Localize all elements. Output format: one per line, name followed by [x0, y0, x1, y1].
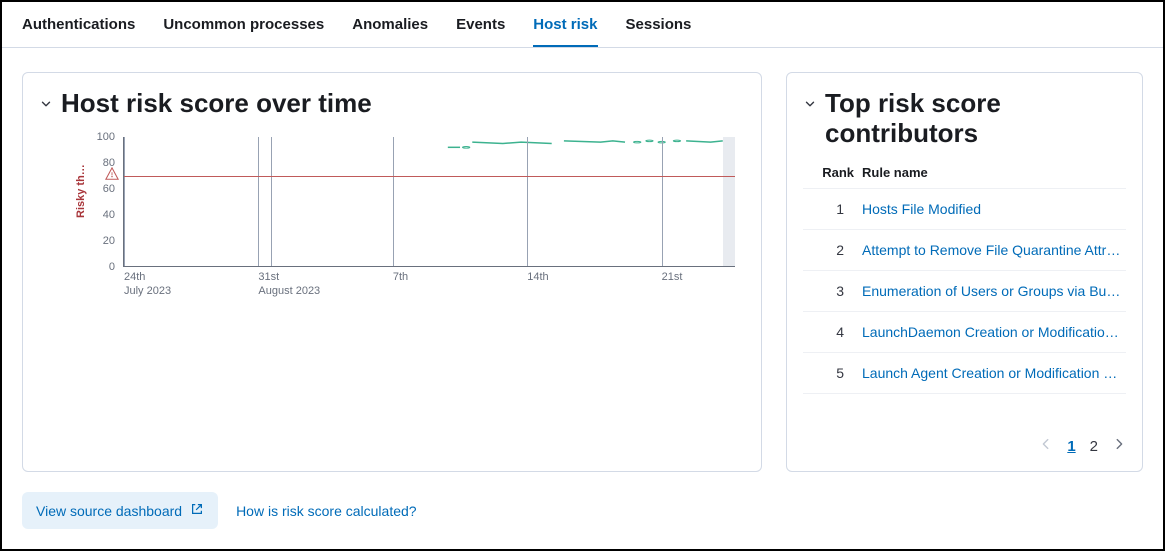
chart-vline — [393, 137, 394, 266]
chart-vline — [271, 137, 272, 266]
pager-next[interactable] — [1112, 437, 1126, 455]
panel-header-right: Top risk score contributors — [803, 89, 1126, 149]
risk-score-chart[interactable]: Risky th… 020406080100 24thJuly 202331st… — [69, 137, 735, 297]
chart-vline — [124, 137, 125, 266]
rule-link[interactable]: Attempt to Remove File Quarantine Attri… — [862, 242, 1122, 258]
table-row: 1Hosts File Modified — [803, 188, 1126, 229]
rule-cell: Hosts File Modified — [858, 188, 1126, 229]
page-1[interactable]: 1 — [1067, 438, 1075, 455]
tab-authentications[interactable]: Authentications — [22, 16, 135, 47]
x-tick-label-sub: August 2023 — [258, 285, 320, 297]
tab-uncommon-processes[interactable]: Uncommon processes — [163, 16, 324, 47]
tab-anomalies[interactable]: Anomalies — [352, 16, 428, 47]
page-2[interactable]: 2 — [1090, 438, 1098, 455]
chart-vline — [662, 137, 663, 266]
table-row: 3Enumeration of Users or Groups via Buil… — [803, 270, 1126, 311]
table-row: 4LaunchDaemon Creation or Modificatio… — [803, 311, 1126, 352]
rank-cell: 1 — [803, 188, 858, 229]
x-tick-label: 31st — [258, 271, 279, 283]
x-tick-label: 24th — [124, 271, 145, 283]
y-tick: 60 — [75, 183, 115, 195]
rank-cell: 3 — [803, 270, 858, 311]
popout-icon — [190, 502, 204, 519]
panel-header-left: Host risk score over time — [39, 89, 745, 119]
content-row: Host risk score over time Risky th… 0204… — [2, 48, 1163, 484]
rule-cell: Launch Agent Creation or Modification … — [858, 352, 1126, 393]
chevron-down-icon[interactable] — [39, 97, 53, 116]
button-label: View source dashboard — [36, 503, 182, 519]
col-rank[interactable]: Rank — [803, 159, 858, 189]
y-axis: 020406080100 — [75, 137, 115, 267]
rule-link[interactable]: LaunchDaemon Creation or Modificatio… — [862, 324, 1122, 340]
y-tick: 80 — [75, 157, 115, 169]
pagination: 1 2 — [803, 427, 1126, 455]
tab-events[interactable]: Events — [456, 16, 505, 47]
rule-link[interactable]: Hosts File Modified — [862, 201, 1122, 217]
y-tick: 40 — [75, 209, 115, 221]
threshold-line — [124, 176, 735, 177]
chart-vline — [258, 137, 259, 266]
tabs-nav: Authentications Uncommon processes Anoma… — [2, 2, 1163, 48]
rule-link[interactable]: Launch Agent Creation or Modification … — [862, 365, 1122, 381]
y-tick: 100 — [75, 131, 115, 143]
host-risk-chart-panel: Host risk score over time Risky th… 0204… — [22, 72, 762, 472]
col-rule[interactable]: Rule name — [858, 159, 1126, 189]
tab-host-risk[interactable]: Host risk — [533, 16, 597, 47]
rank-cell: 2 — [803, 229, 858, 270]
chart-vline — [527, 137, 528, 266]
how-calculated-link[interactable]: How is risk score calculated? — [236, 503, 417, 519]
y-tick: 0 — [75, 261, 115, 273]
plot-area: 24thJuly 202331stAugust 20237th14th21st — [123, 137, 735, 267]
top-contributors-panel: Top risk score contributors Rank Rule na… — [786, 72, 1143, 472]
pager-prev[interactable] — [1039, 437, 1053, 455]
y-tick: 20 — [75, 235, 115, 247]
view-source-dashboard-button[interactable]: View source dashboard — [22, 492, 218, 529]
rank-cell: 4 — [803, 311, 858, 352]
x-tick-label: 21st — [662, 271, 683, 283]
x-tick-label: 14th — [527, 271, 548, 283]
panel-title-chart: Host risk score over time — [61, 89, 372, 119]
rule-cell: LaunchDaemon Creation or Modificatio… — [858, 311, 1126, 352]
rule-link[interactable]: Enumeration of Users or Groups via Buil… — [862, 283, 1122, 299]
table-row: 5Launch Agent Creation or Modification … — [803, 352, 1126, 393]
panel-title-contributors: Top risk score contributors — [825, 89, 1126, 149]
tab-sessions[interactable]: Sessions — [626, 16, 692, 47]
x-tick-label-sub: July 2023 — [124, 285, 171, 297]
rank-cell: 5 — [803, 352, 858, 393]
chevron-down-icon[interactable] — [803, 97, 817, 116]
footer-actions: View source dashboard How is risk score … — [2, 492, 1163, 529]
x-tick-label: 7th — [393, 271, 408, 283]
chart-end-band — [723, 137, 735, 266]
rule-cell: Enumeration of Users or Groups via Buil… — [858, 270, 1126, 311]
rule-cell: Attempt to Remove File Quarantine Attri… — [858, 229, 1126, 270]
contributors-table: Rank Rule name 1Hosts File Modified2Atte… — [803, 159, 1126, 394]
table-row: 2Attempt to Remove File Quarantine Attri… — [803, 229, 1126, 270]
